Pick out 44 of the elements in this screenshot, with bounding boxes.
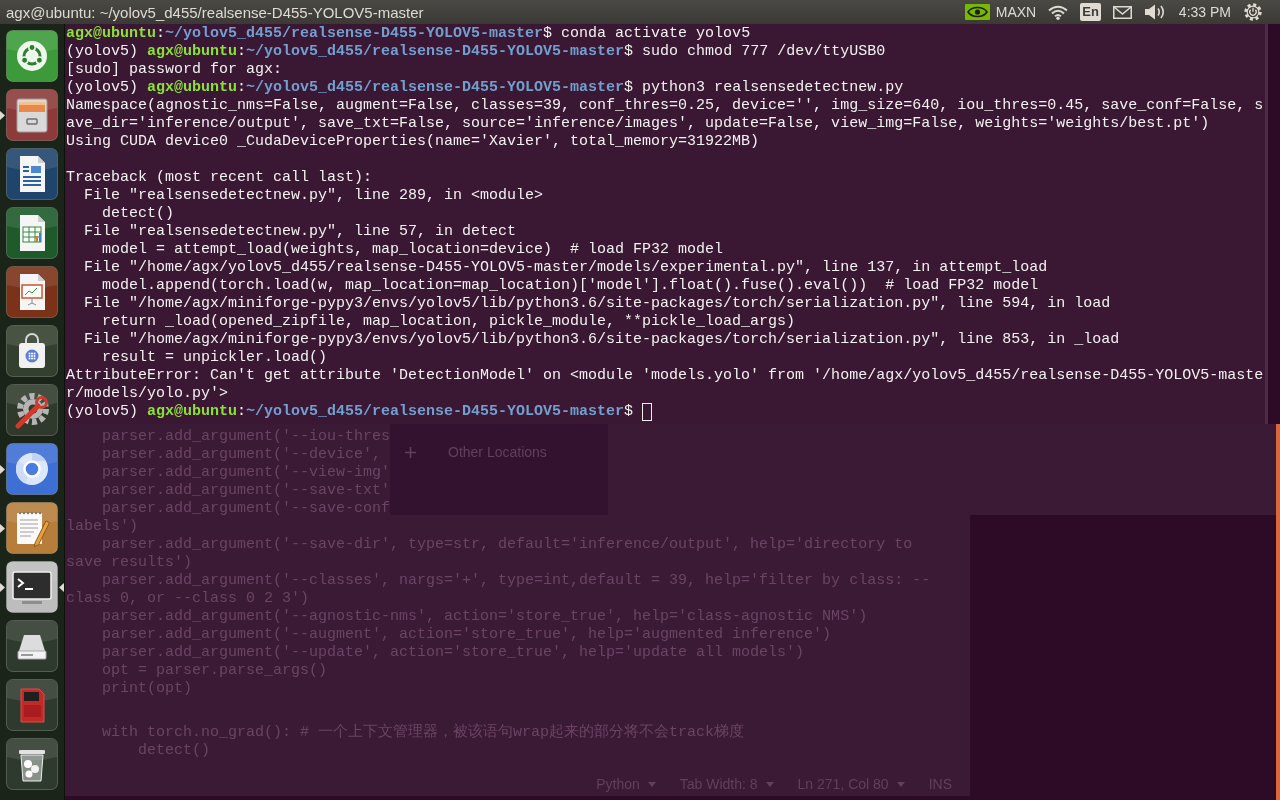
output-line: model = attempt_load(weights, map_location=device) # load FP32 model (101, 241, 724, 259)
disk-drive-icon[interactable] (6, 620, 58, 672)
output-line: detect() (101, 205, 175, 223)
output-line: File "/home/agx/yolov5_d455/realsense-D455-YOLOV5-master/models/experimental.py", line 137, in attempt_load (83, 259, 1048, 277)
output-line: result = unpickler.load() (101, 349, 328, 367)
prompt-line: (yolov5) agx@ubuntu:~/yolov5_d455/realsense-D455-YOLOV5-master$ (66, 403, 635, 421)
output-line: return _load(opened_zipfile, map_location, pickle_module, **pickle_load_args) (101, 313, 796, 331)
eye-logo-icon[interactable] (964, 4, 990, 20)
output-line: ave_dir='inference/output', save_txt=False, source='inference/images', update=False, view_img=False, weights='weights/best.pt') (66, 115, 1210, 133)
output-line: File "/home/agx/miniforge-pypy3/envs/yolov5/lib/python3.6/site-packages/torch/serialization.py", line 853, in _load (83, 331, 1120, 349)
prompt-line: (yolov5) agx@ubuntu:~/yolov5_d455/realsense-D455-YOLOV5-master$ python3 realsensedetectnew.py (66, 79, 904, 97)
memory-card-icon[interactable] (6, 679, 58, 731)
document-icon[interactable] (6, 148, 58, 200)
output-line: Namespace(agnostic_nms=False, augment=False, classes=39, conf_thres=0.25, device='', img_size=640, iou_thres=0.45, save_conf=False, s (66, 97, 1264, 115)
output-line: File "/home/agx/miniforge-pypy3/envs/yolov5/lib/python3.6/site-packages/torch/serialization.py", line 594, in load (83, 295, 1111, 313)
trash-can-icon[interactable] (6, 738, 58, 790)
output-line: r/models/yolo.py'> (66, 385, 229, 403)
prompt-line: agx@ubuntu:~/yolov5_d455/realsense-D455-YOLOV5-master$ conda activate yolov5 (66, 25, 751, 43)
clock-label[interactable]: 4:33 PM (1178, 4, 1231, 20)
output-line: File "realsensedetectnew.py", line 57, in detect (83, 223, 517, 241)
volume-icon[interactable] (1143, 4, 1166, 20)
output-line: Using CUDA device0 _CudaDeviceProperties(name='Xavier', total_memory=31922MB) (66, 133, 760, 151)
power-gear-icon[interactable] (1244, 3, 1262, 21)
wifi-icon[interactable] (1048, 4, 1069, 20)
keyboard-layout-indicator[interactable]: En (1080, 3, 1101, 21)
window-title: agx@ubuntu: ~/yolov5_d455/realsense-D455-YOLOV5-master (6, 3, 424, 21)
output-line: model.append(torch.load(w, map_location=map_location)['model'].float().fuse().eval()) # load FP32 model (101, 277, 1039, 295)
terminal-icon[interactable] (6, 561, 58, 613)
gear-wrench-icon[interactable] (6, 384, 58, 436)
mail-icon[interactable] (1112, 5, 1132, 19)
shopping-bag-icon[interactable] (6, 325, 58, 377)
output-line: [sudo] password for agx: (66, 61, 283, 79)
power-mode-label[interactable]: MAXN (995, 4, 1037, 20)
output-line: Traceback (most recent call last): (66, 169, 373, 187)
browser-icon[interactable] (6, 443, 58, 495)
spreadsheet-icon[interactable] (6, 207, 58, 259)
prompt-line: (yolov5) agx@ubuntu:~/yolov5_d455/realsense-D455-YOLOV5-master$ sudo chmod 777 /dev/ttyUSB0 (66, 43, 886, 61)
output-line: File "realsensedetectnew.py", line 289, in <module> (83, 187, 544, 205)
file-cabinet-icon[interactable] (6, 89, 58, 141)
presentation-icon[interactable] (6, 266, 58, 318)
notepad-pencil-icon[interactable] (6, 502, 58, 554)
ring-logo-icon[interactable] (6, 30, 58, 82)
plus-icon (405, 446, 416, 458)
output-line: AttributeError: Can't get attribute 'DetectionModel' on <module 'models.yolo' from '/home/agx/yolov5_d455/realsense-D455-YOLOV5-maste (66, 367, 1264, 385)
